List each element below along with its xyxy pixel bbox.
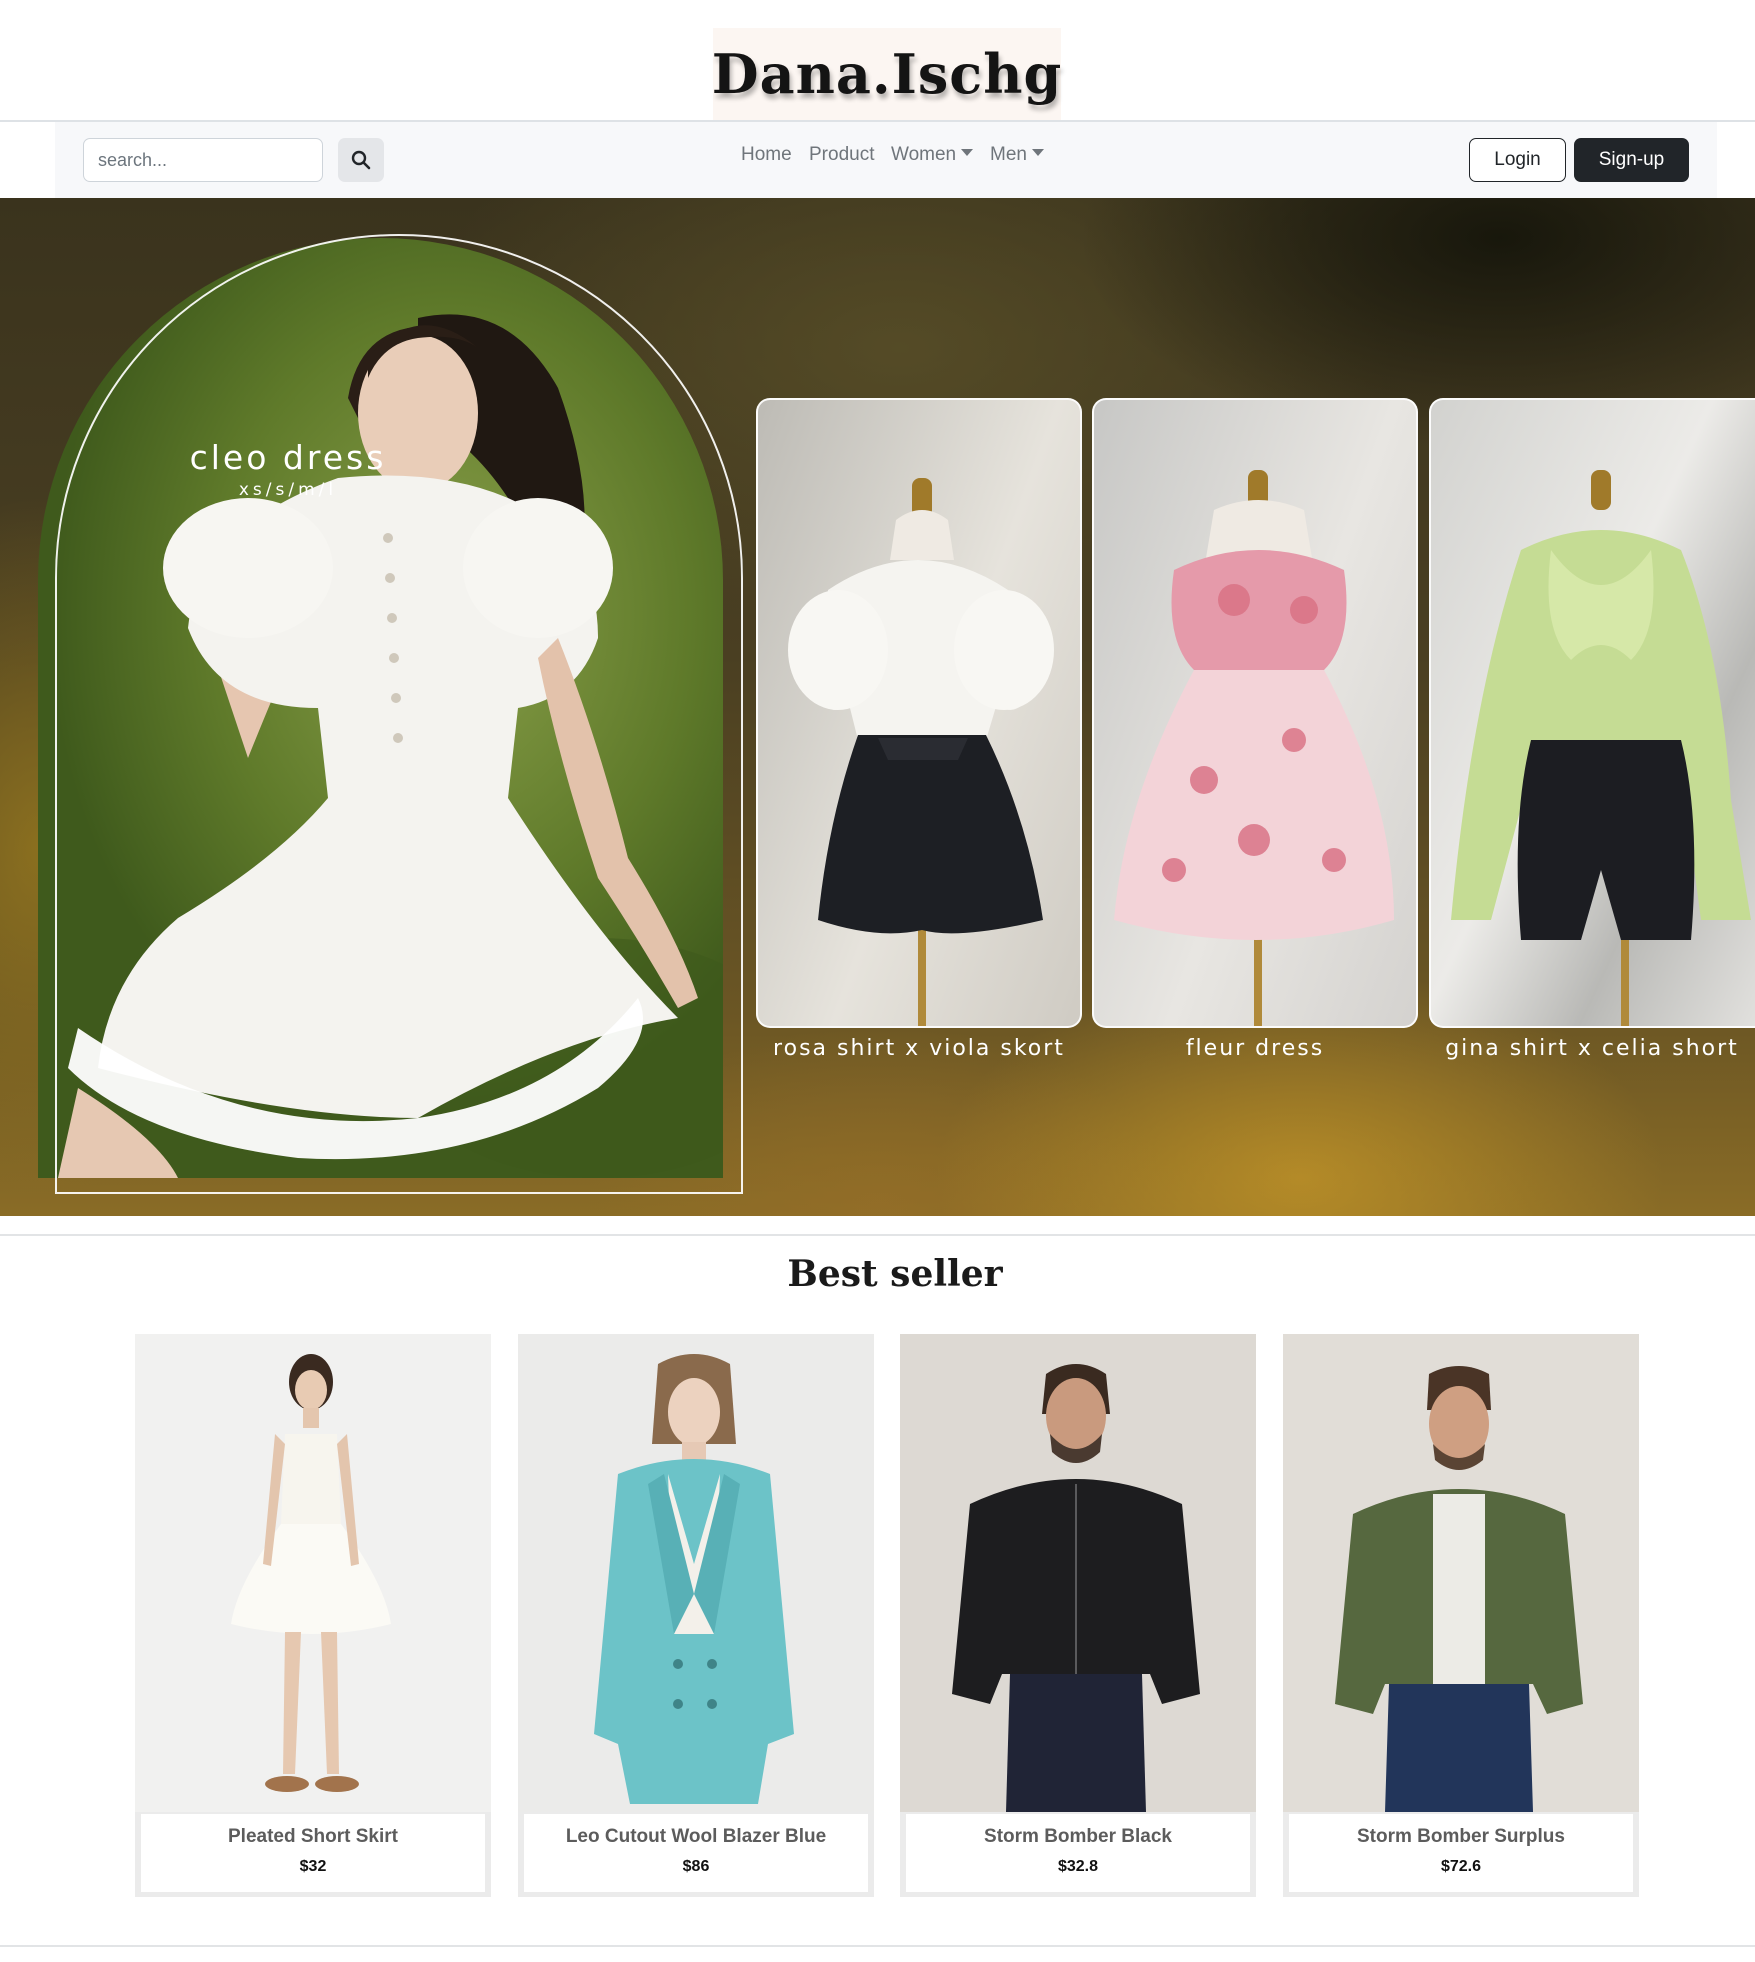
hero-card-gina[interactable] (1429, 398, 1755, 1028)
product-photo-bomber-surplus (1335, 1366, 1583, 1812)
product-image[interactable] (135, 1334, 491, 1812)
nav-dropdown-men-label: Men (990, 144, 1027, 165)
hero-banner: cleo dress xs/s/m/l rosa shirt x viola s… (0, 198, 1755, 1216)
product-name[interactable]: Leo Cutout Wool Blazer Blue (524, 1826, 868, 1848)
mannequin-outfit-2 (1114, 470, 1394, 1026)
nav-link-product[interactable]: Product (809, 144, 874, 166)
brand-logo-text: Dana.Ischg (711, 42, 1063, 106)
product-info: Leo Cutout Wool Blazer Blue $86 (524, 1814, 868, 1892)
product-card[interactable]: Storm Bomber Surplus $72.6 (1283, 1334, 1639, 1897)
hero-card-caption-1: rosa shirt x viola skort (773, 1036, 1065, 1061)
product-photo-bomber-black (952, 1364, 1200, 1812)
product-price: $86 (682, 1858, 710, 1875)
nav-links: Home Product Women Men (55, 122, 1717, 198)
nav-dropdown-men[interactable]: Men (990, 144, 1044, 166)
product-price: $32 (299, 1858, 327, 1875)
section-divider (0, 1234, 1755, 1236)
best-seller-heading: Best seller (787, 1253, 1003, 1295)
nav-dropdown-women-label: Women (891, 144, 957, 165)
login-button[interactable]: Login (1469, 138, 1566, 182)
hero-card-fleur[interactable] (1092, 398, 1418, 1028)
navbar: Home Product Women Men Login Sign-up (55, 122, 1717, 198)
product-card[interactable]: Pleated Short Skirt $32 (135, 1334, 491, 1897)
product-image[interactable] (900, 1334, 1256, 1812)
caret-down-icon (1031, 149, 1044, 156)
brand-logo[interactable]: Dana.Ischg (711, 28, 1063, 120)
product-price: $32.8 (1057, 1858, 1099, 1875)
hero-card-caption-2: fleur dress (1185, 1036, 1325, 1061)
mannequin-outfit-1 (788, 478, 1054, 1026)
product-name[interactable]: Storm Bomber Surplus (1289, 1826, 1633, 1848)
product-card[interactable]: Leo Cutout Wool Blazer Blue $86 (518, 1334, 874, 1897)
footer-divider (0, 1945, 1755, 1947)
product-price: $72.6 (1440, 1858, 1482, 1875)
product-image[interactable] (518, 1334, 874, 1812)
nav-link-home[interactable]: Home (741, 144, 792, 166)
product-name[interactable]: Storm Bomber Black (906, 1826, 1250, 1848)
product-image[interactable] (1283, 1334, 1639, 1812)
signup-button[interactable]: Sign-up (1574, 138, 1689, 182)
product-info: Storm Bomber Black $32.8 (906, 1814, 1250, 1892)
product-info: Pleated Short Skirt $32 (141, 1814, 485, 1892)
hero-card-caption-3: gina shirt x celia short (1445, 1036, 1739, 1061)
hero-card-rosa[interactable] (756, 398, 1082, 1028)
mannequin-outfit-3 (1451, 470, 1751, 1026)
caret-down-icon (961, 149, 974, 156)
product-name[interactable]: Pleated Short Skirt (141, 1826, 485, 1848)
product-card[interactable]: Storm Bomber Black $32.8 (900, 1334, 1256, 1897)
product-photo-pleated-skirt (231, 1354, 391, 1792)
product-info: Storm Bomber Surplus $72.6 (1289, 1814, 1633, 1892)
product-photo-blazer (594, 1354, 794, 1804)
nav-dropdown-women[interactable]: Women (891, 144, 974, 166)
featured-arch-frame (55, 234, 743, 1194)
